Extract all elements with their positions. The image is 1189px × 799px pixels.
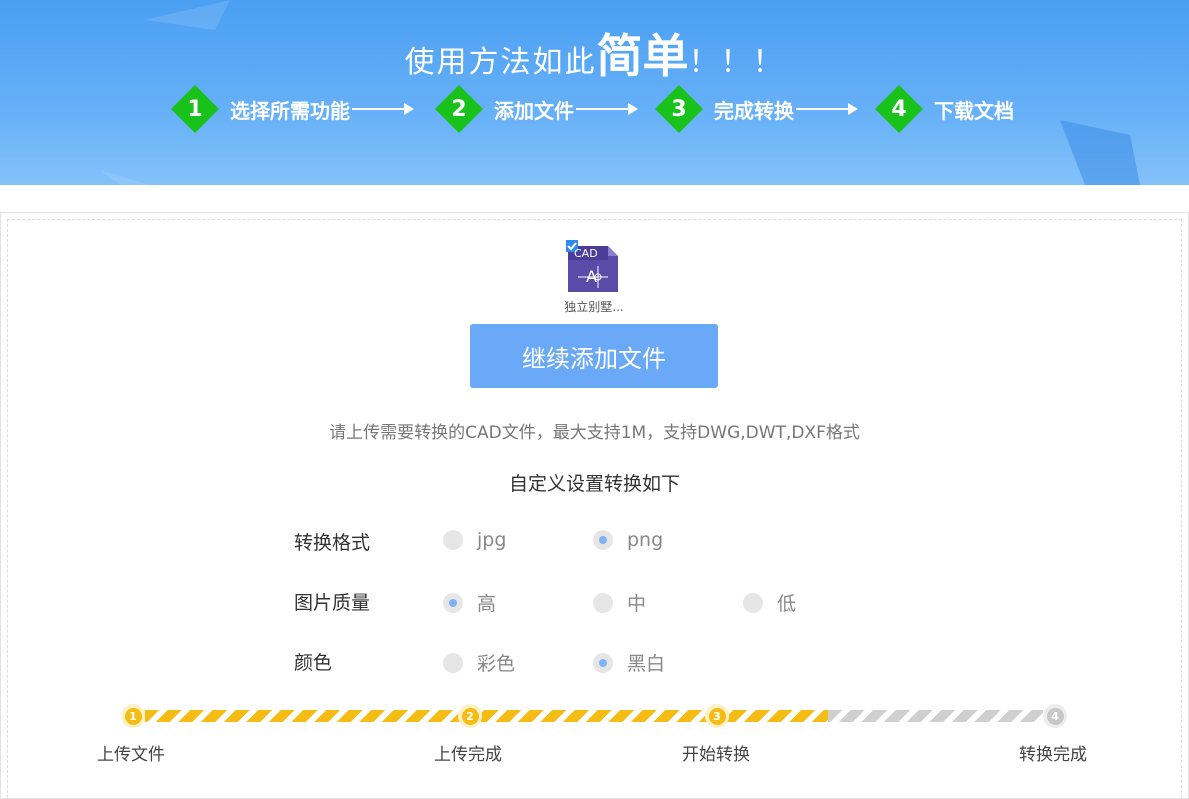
banner-title-suffix: ！！！ (688, 45, 785, 80)
arrow-right-icon (796, 103, 858, 115)
quality-label: 图片质量 (294, 592, 371, 614)
quality-option-label: 高 (477, 593, 497, 615)
quality-radio-high[interactable]: 高 (443, 589, 496, 616)
quality-option-label: 中 (627, 593, 647, 615)
banner-title-prefix: 使用方法如此 (404, 45, 597, 80)
settings-title: 自定义设置转换如下 (508, 473, 680, 495)
banner-step-3: 3 完成转换 (654, 84, 858, 134)
color-row: 颜色 彩色 黑白 (294, 644, 894, 676)
step-1-number: 1 (187, 96, 203, 122)
progress-node-number: 2 (461, 707, 479, 725)
progress-node-1: 1 (121, 704, 145, 728)
quality-option-label: 低 (777, 593, 797, 615)
banner-step-2: 2 添加文件 (434, 84, 638, 134)
format-option-label: jpg (477, 529, 507, 551)
format-radio-jpg[interactable]: jpg (443, 529, 506, 551)
progress-label-3: 开始转换 (682, 745, 750, 765)
progress-node-number: 4 (1046, 707, 1064, 725)
radio-selected-icon (593, 530, 613, 550)
color-label: 颜色 (294, 652, 333, 674)
progress-node-number: 1 (124, 707, 142, 725)
radio-circle-icon (743, 592, 763, 613)
upload-hint: 请上传需要转换的CAD文件，最大支持1M，支持DWG,DWT,DXF格式 (329, 423, 860, 443)
arrow-right-icon (352, 103, 414, 115)
banner-step-1: 1 选择所需功能 (170, 84, 414, 134)
quality-radio-medium[interactable]: 中 (593, 589, 646, 616)
cad-badge: CAD (574, 247, 598, 260)
cad-file-icon: CAD A (566, 240, 618, 292)
step-4-label: 下载文档 (934, 98, 1014, 123)
format-row: 转换格式 jpg png (294, 524, 894, 554)
step-1-label: 选择所需功能 (230, 98, 350, 123)
radio-circle-icon (443, 652, 463, 673)
progress-node-4: 4 (1043, 704, 1067, 728)
radio-selected-icon (443, 592, 463, 613)
progress-label-2: 上传完成 (434, 745, 502, 765)
banner: 使用方法如此简单！！！ 1 选择所需功能 2 添加文件 3 完成转换 4 下载文… (0, 0, 1189, 185)
step-3-number: 3 (671, 96, 687, 122)
step-4-number: 4 (891, 96, 907, 122)
progress-node-2: 2 (458, 704, 482, 728)
progress-node-number: 3 (708, 707, 726, 725)
progress-node-3: 3 (705, 704, 729, 728)
step-2-number: 2 (451, 96, 467, 122)
step-2-diamond-icon: 2 (434, 84, 484, 134)
radio-selected-icon (593, 652, 613, 673)
format-option-label: png (627, 529, 664, 551)
progress-bar-remaining (828, 710, 1043, 722)
progress-label-1: 上传文件 (97, 745, 165, 765)
format-label: 转换格式 (294, 532, 371, 554)
arrow-right-icon (576, 103, 638, 115)
conversion-progress: 1 2 3 4 上传文件 上传完成 开始转换 转换完成 (0, 700, 1189, 770)
step-1-diamond-icon: 1 (170, 84, 220, 134)
step-3-label: 完成转换 (714, 98, 794, 123)
radio-circle-icon (593, 592, 613, 613)
color-option-label: 黑白 (627, 653, 666, 675)
banner-steps: 1 选择所需功能 2 添加文件 3 完成转换 4 下载文档 (0, 84, 1189, 134)
color-radio-color[interactable]: 彩色 (443, 649, 515, 676)
quality-radio-low[interactable]: 低 (743, 589, 796, 616)
file-name: 独立别墅... (564, 300, 624, 314)
step-4-diamond-icon: 4 (874, 84, 924, 134)
radio-circle-icon (443, 530, 463, 550)
quality-row: 图片质量 高 中 低 (294, 584, 894, 616)
banner-title: 使用方法如此简单！！！ (0, 20, 1189, 86)
uploaded-file[interactable]: CAD A 独立别墅... (556, 240, 636, 316)
banner-title-highlight: 简单 (596, 29, 689, 83)
add-file-button[interactable]: 继续添加文件 (470, 324, 718, 388)
color-radio-bw[interactable]: 黑白 (593, 649, 665, 676)
step-2-label: 添加文件 (494, 98, 574, 123)
progress-label-4: 转换完成 (1019, 745, 1087, 765)
step-3-diamond-icon: 3 (654, 84, 704, 134)
banner-step-4: 4 下载文档 (874, 84, 1014, 134)
color-option-label: 彩色 (477, 653, 516, 675)
format-radio-png[interactable]: png (593, 529, 663, 551)
